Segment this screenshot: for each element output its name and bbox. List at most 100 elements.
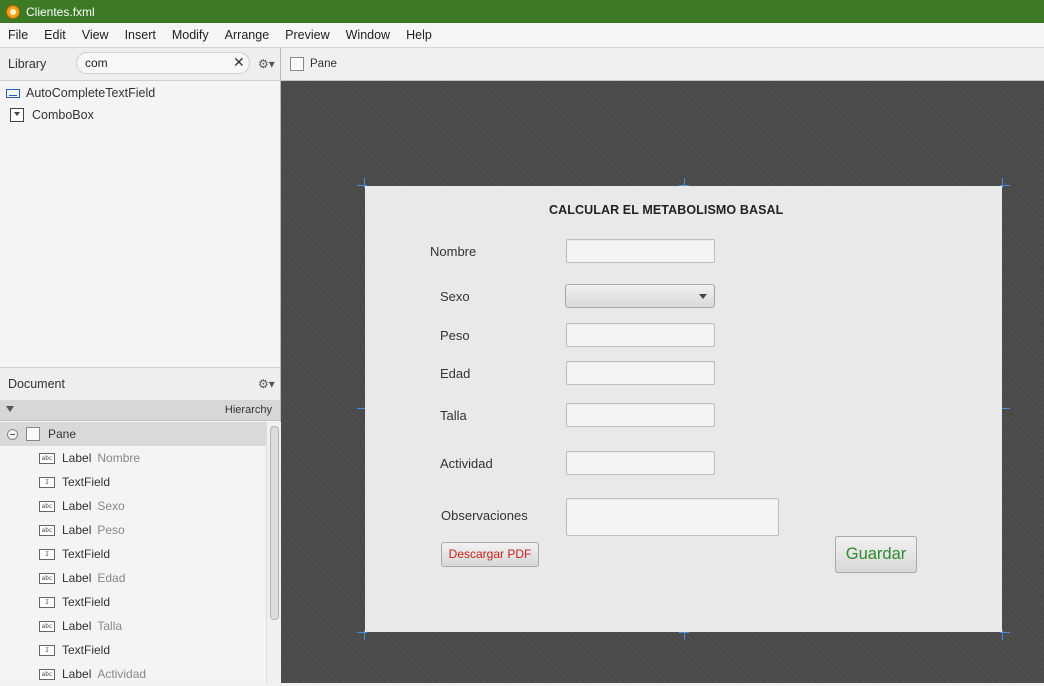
menu-preview[interactable]: Preview: [277, 23, 337, 47]
label-type-icon: abc: [39, 620, 55, 632]
label-type-icon: abc: [39, 452, 55, 464]
library-list: AutoCompleteTextField ComboBox: [0, 82, 280, 126]
tree-node[interactable]: I TextField: [0, 590, 266, 614]
tree-node[interactable]: I TextField: [0, 470, 266, 494]
tree-node[interactable]: abc Label Sexo: [0, 494, 266, 518]
form-title: CALCULAR EL METABOLISMO BASAL: [549, 203, 784, 217]
tree-node[interactable]: abc Label Talla: [0, 614, 266, 638]
library-gear-icon[interactable]: ⚙▾: [258, 57, 275, 71]
observaciones-field[interactable]: [566, 498, 779, 536]
tree-node-pane[interactable]: Pane: [0, 422, 266, 446]
scrollbar-thumb[interactable]: [270, 426, 279, 620]
hierarchy-tree: Pane abc Label Nombre I TextField abc La…: [0, 422, 266, 686]
label-type-icon: abc: [39, 572, 55, 584]
tree-node[interactable]: abc Label Peso: [0, 518, 266, 542]
pane-icon: [290, 57, 304, 71]
tree-node[interactable]: I TextField: [0, 638, 266, 662]
sexo-combobox[interactable]: [565, 284, 715, 308]
form-pane[interactable]: CALCULAR EL METABOLISMO BASAL Nombre Sex…: [365, 186, 1002, 632]
window-titlebar: Clientes.fxml: [0, 0, 1044, 23]
menu-window[interactable]: Window: [338, 23, 398, 47]
tree-node[interactable]: I TextField: [0, 542, 266, 566]
tree-node-kind: TextField: [62, 595, 111, 609]
window-title: Clientes.fxml: [26, 4, 95, 19]
menu-modify[interactable]: Modify: [164, 23, 217, 47]
tree-node-value: Talla: [97, 619, 123, 633]
combobox-icon: [10, 108, 24, 122]
nombre-field[interactable]: [566, 239, 715, 263]
descargar-pdf-button[interactable]: Descargar PDF: [441, 542, 539, 567]
tree-node[interactable]: abc Label Actividad: [0, 662, 266, 686]
tree-node-kind: Label: [62, 499, 92, 513]
library-item-combobox[interactable]: ComboBox: [0, 104, 280, 126]
hierarchy-scrollbar[interactable]: [266, 422, 281, 683]
pane-icon: [26, 427, 40, 441]
library-header: Library ✕ ⚙▾: [0, 48, 280, 81]
actividad-field[interactable]: [566, 451, 715, 475]
library-item-label: AutoCompleteTextField: [26, 86, 156, 100]
selection-handle[interactable]: [1002, 630, 1003, 640]
edad-field[interactable]: [566, 361, 715, 385]
collapse-icon[interactable]: [7, 428, 18, 440]
autocomplete-textfield-icon: [6, 88, 20, 98]
tree-node[interactable]: abc Label Edad: [0, 566, 266, 590]
tree-node-kind: TextField: [62, 475, 111, 489]
label-type-icon: abc: [39, 500, 55, 512]
textfield-type-icon: I: [39, 476, 55, 488]
menu-file[interactable]: File: [0, 23, 36, 47]
library-title: Library: [8, 57, 47, 71]
label-actividad: Actividad: [440, 456, 493, 471]
tree-node-value: Actividad: [97, 667, 147, 681]
left-panel: Library ✕ ⚙▾ AutoCompleteTextField Combo…: [0, 48, 281, 683]
menu-insert[interactable]: Insert: [117, 23, 164, 47]
label-type-icon: abc: [39, 524, 55, 536]
menu-arrange[interactable]: Arrange: [217, 23, 277, 47]
document-title: Document: [8, 377, 65, 391]
textfield-type-icon: I: [39, 644, 55, 656]
selection-handle[interactable]: [1002, 178, 1003, 188]
chevron-down-icon: [699, 294, 707, 299]
hierarchy-label: Hierarchy: [224, 404, 272, 416]
tree-node-label: Pane: [48, 427, 77, 441]
guardar-button[interactable]: Guardar: [835, 536, 917, 573]
selection-handle[interactable]: [357, 632, 367, 633]
label-peso: Peso: [440, 328, 470, 343]
label-nombre: Nombre: [430, 244, 477, 259]
textfield-type-icon: I: [39, 548, 55, 560]
document-gear-icon[interactable]: ⚙▾: [258, 377, 275, 391]
tree-node-kind: Label: [62, 523, 92, 537]
library-search-input[interactable]: [76, 52, 250, 74]
tree-node-kind: Label: [62, 571, 92, 585]
hierarchy-bar[interactable]: Hierarchy: [0, 400, 280, 421]
label-type-icon: abc: [39, 668, 55, 680]
tree-node-value: Peso: [97, 523, 125, 537]
label-sexo: Sexo: [440, 289, 470, 304]
tree-node-kind: Label: [62, 451, 92, 465]
peso-field[interactable]: [566, 323, 715, 347]
menu-view[interactable]: View: [74, 23, 117, 47]
tree-node-kind: TextField: [62, 643, 111, 657]
label-observaciones: Observaciones: [441, 508, 528, 523]
search-clear-icon[interactable]: ✕: [233, 54, 245, 71]
breadcrumb: Pane: [281, 48, 1044, 81]
menu-help[interactable]: Help: [398, 23, 440, 47]
scene-builder-app-icon: [6, 4, 20, 19]
label-talla: Talla: [440, 408, 467, 423]
tree-node-value: Edad: [97, 571, 126, 585]
textfield-type-icon: I: [39, 596, 55, 608]
breadcrumb-item-pane[interactable]: Pane: [310, 58, 337, 70]
tree-node-kind: Label: [62, 619, 92, 633]
library-item-label: ComboBox: [32, 108, 94, 122]
tree-node-value: Nombre: [97, 451, 141, 465]
talla-field[interactable]: [566, 403, 715, 427]
chevron-down-icon[interactable]: [6, 406, 14, 412]
menu-bar: File Edit View Insert Modify Arrange Pre…: [0, 23, 1044, 48]
library-item-autocompletetextfield[interactable]: AutoCompleteTextField: [0, 82, 280, 104]
document-header: Document ⚙▾: [0, 367, 280, 401]
tree-node-kind: Label: [62, 667, 92, 681]
tree-node[interactable]: abc Label Nombre: [0, 446, 266, 470]
menu-edit[interactable]: Edit: [36, 23, 74, 47]
tree-node-kind: TextField: [62, 547, 111, 561]
tree-node-value: Sexo: [97, 499, 125, 513]
label-edad: Edad: [440, 366, 471, 381]
